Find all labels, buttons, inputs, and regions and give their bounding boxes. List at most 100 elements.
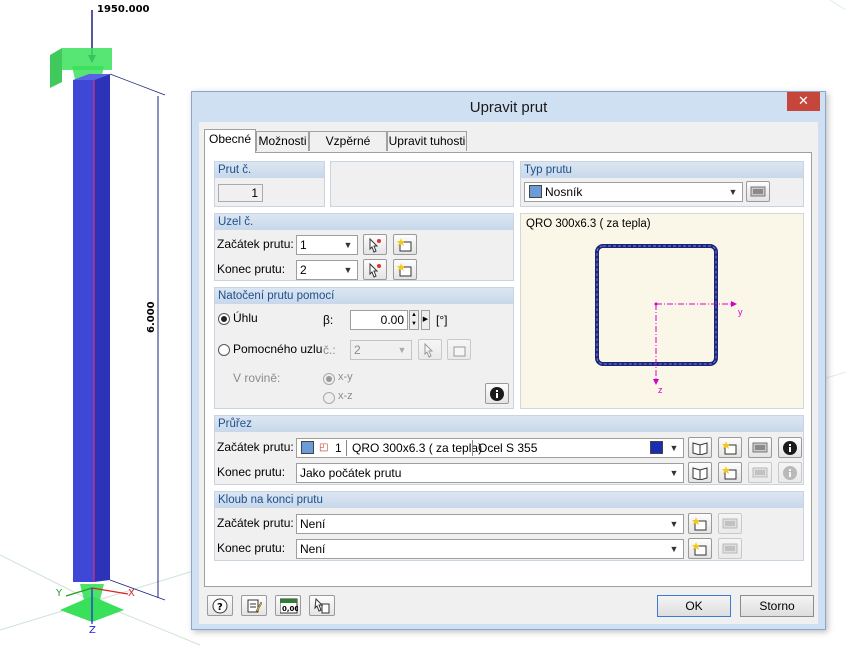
cs-start-no: 1 — [335, 441, 342, 455]
helper-node-value: 2 — [354, 343, 361, 357]
axis-x-label: X — [128, 588, 135, 599]
new-item-icon — [692, 542, 707, 556]
section-shape-drawing — [595, 244, 737, 385]
units-decimal-icon: 0,00 — [280, 598, 298, 614]
units-button[interactable]: 0,00 — [275, 595, 301, 616]
edit-library-icon — [752, 442, 768, 453]
cs-separator — [346, 440, 347, 456]
new-item-icon — [692, 517, 707, 531]
cs-start-library-button[interactable] — [688, 437, 712, 458]
cross-section-header: Průřez — [215, 416, 803, 432]
tab-options[interactable]: Možnosti — [256, 131, 309, 151]
close-button[interactable]: ✕ — [787, 92, 820, 111]
member-no-header: Prut č. — [215, 162, 324, 178]
cs-start-info-button[interactable] — [778, 437, 802, 458]
pick-member-icon — [314, 598, 330, 614]
edit-member-dialog: Upravit prut ✕ Obecné Možnosti Vzpěrné d… — [191, 91, 826, 630]
chevron-down-icon: ▼ — [397, 345, 407, 355]
tab-modify-stiffness[interactable]: Upravit tuhosti — [387, 131, 467, 151]
cs-end-info-button[interactable] — [778, 462, 802, 483]
end-hinge-group: Kloub na konci prutu Začátek prutu: Není… — [214, 491, 804, 561]
cs-end-library-button[interactable] — [688, 462, 712, 483]
load-value-label: 1950.000 — [97, 4, 150, 15]
nodes-group: Uzel č. Začátek prutu: 1 ▼ Konec prutu: … — [214, 213, 514, 281]
tab-general[interactable]: Obecné — [204, 129, 256, 153]
new-start-node-button[interactable] — [393, 234, 417, 255]
svg-text:?: ? — [217, 602, 223, 613]
axis-y-label: Y — [56, 588, 63, 599]
cancel-button[interactable]: Storno — [740, 595, 814, 617]
end-node-select[interactable]: 2 ▼ — [296, 260, 358, 280]
new-item-icon — [722, 466, 737, 480]
rotation-info-button[interactable] — [485, 383, 509, 404]
pick-start-node-button[interactable] — [363, 234, 387, 255]
beta-spinner[interactable]: ▲ ▼ — [409, 310, 419, 330]
edit-note-icon — [247, 599, 262, 613]
pick-member-button[interactable] — [309, 595, 335, 616]
helper-node-radio[interactable] — [218, 344, 230, 356]
title-bar[interactable]: Upravit prut ✕ — [192, 92, 825, 122]
section-shape-icon: ◰ — [319, 442, 329, 453]
nodes-header: Uzel č. — [215, 214, 513, 230]
cs-end-label: Konec prutu: — [217, 465, 286, 479]
plane-xy-label: x-y — [338, 371, 353, 383]
ok-button[interactable]: OK — [657, 595, 731, 617]
rotation-header: Natočení prutu pomocí — [215, 288, 513, 304]
edit-library-icon — [752, 467, 768, 478]
pick-helper-node-button[interactable] — [418, 339, 442, 360]
beta-menu-arrow[interactable]: ▶ — [421, 310, 430, 330]
cs-start-new-button[interactable] — [718, 437, 742, 458]
cs-end-select[interactable]: Jako počátek prutu ▼ — [296, 463, 684, 483]
edit-member-type-button[interactable] — [746, 181, 770, 202]
hinge-end-edit-button[interactable] — [718, 538, 742, 559]
section-axis-y-label: y — [738, 307, 743, 317]
cs-end-edit-button[interactable] — [748, 462, 772, 483]
axis-z-label: Z — [89, 625, 96, 636]
help-button[interactable]: ? — [207, 595, 233, 616]
hinge-start-label: Začátek prutu: — [217, 516, 294, 530]
new-node-icon — [397, 263, 412, 277]
new-end-node-button[interactable] — [393, 259, 417, 280]
member-type-header: Typ prutu — [521, 162, 803, 178]
pick-node-icon — [424, 342, 434, 358]
member-type-value: Nosník — [545, 185, 583, 199]
cs-start-label: Začátek prutu: — [217, 440, 294, 454]
new-helper-node-button[interactable] — [447, 339, 471, 360]
member-type-group: Typ prutu Nosník ▼ — [520, 161, 804, 207]
tab-buckling-lengths[interactable]: Vzpěrné délky — [309, 131, 387, 167]
dialog-client-area: Obecné Možnosti Vzpěrné délky Upravit tu… — [199, 122, 818, 624]
chevron-down-icon: ▼ — [669, 544, 679, 554]
new-node-icon — [397, 238, 412, 252]
helper-node-select[interactable]: 2 ▼ — [350, 340, 412, 360]
library-book-icon — [692, 442, 708, 455]
member-description-group — [330, 161, 514, 207]
start-node-label: Začátek prutu: — [217, 237, 294, 251]
rotation-angle-radio[interactable] — [218, 313, 230, 325]
start-node-select[interactable]: 1 ▼ — [296, 235, 358, 255]
pick-end-node-button[interactable] — [363, 259, 387, 280]
chevron-down-icon: ▼ — [343, 240, 353, 250]
comment-button[interactable] — [241, 595, 267, 616]
chevron-down-icon: ▼ — [669, 519, 679, 529]
beta-input[interactable]: 0.00 — [350, 310, 408, 330]
plane-xy-radio[interactable] — [323, 373, 335, 385]
hinge-header: Kloub na konci prutu — [215, 492, 803, 508]
cs-start-edit-button[interactable] — [748, 437, 772, 458]
end-node-value: 2 — [300, 263, 307, 277]
member-type-color-swatch — [529, 185, 542, 198]
hinge-end-new-button[interactable] — [688, 538, 712, 559]
cs-end-new-button[interactable] — [718, 462, 742, 483]
hinge-start-new-button[interactable] — [688, 513, 712, 534]
hinge-end-select[interactable]: Není ▼ — [296, 539, 684, 559]
new-item-icon — [722, 441, 737, 455]
start-node-value: 1 — [300, 238, 307, 252]
end-node-label: Konec prutu: — [217, 262, 286, 276]
plane-xz-radio[interactable] — [323, 392, 335, 404]
hinge-start-select[interactable]: Není ▼ — [296, 514, 684, 534]
pick-node-icon — [369, 262, 381, 278]
hinge-start-edit-button[interactable] — [718, 513, 742, 534]
beta-unit: [°] — [436, 313, 448, 327]
member-type-select[interactable]: Nosník ▼ — [524, 182, 743, 202]
cs-start-select[interactable]: ◰ 1 QRO 300x6.3 ( za tepla) Ocel S 355 ▼ — [296, 438, 684, 458]
info-icon — [783, 441, 797, 455]
